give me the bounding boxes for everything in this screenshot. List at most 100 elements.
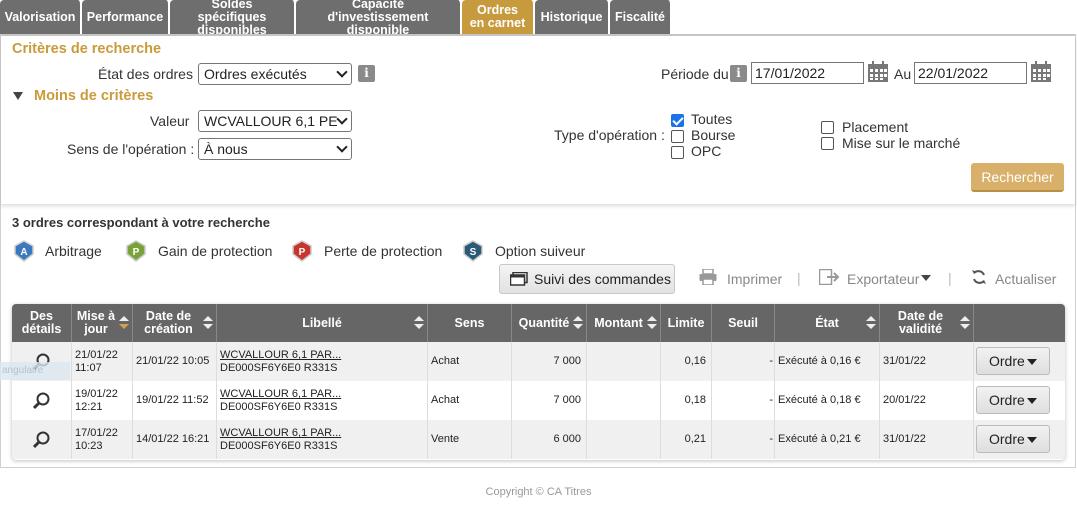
ordre-button[interactable]: Ordre — [976, 347, 1050, 375]
etat-select[interactable]: Ordres exécutés — [198, 63, 352, 85]
creation-cell: 19/01/22 11:52 — [133, 381, 217, 420]
libelle-link[interactable]: WCVALLOUR 6,1 PAR... — [220, 349, 341, 362]
refresh-icon[interactable] — [971, 269, 987, 285]
svg-text:P: P — [133, 247, 140, 258]
printer-icon[interactable] — [699, 269, 717, 285]
magnifier-icon[interactable] — [32, 431, 51, 449]
tab-historique[interactable]: Historique — [535, 0, 610, 34]
montant-cell — [587, 342, 661, 381]
checkbox-placement-label: Placement — [842, 119, 909, 135]
details-cell[interactable] — [12, 420, 72, 459]
ordre-button[interactable]: Ordre — [976, 386, 1050, 414]
search-button[interactable]: Rechercher — [971, 163, 1064, 192]
sens-select[interactable]: À nous — [198, 138, 352, 160]
col-details: Des détails — [12, 304, 72, 342]
tab-valorisation[interactable]: Valorisation — [0, 0, 82, 34]
col-etat[interactable]: État — [775, 304, 880, 342]
caret-down-icon — [1027, 398, 1037, 404]
exportateur-button[interactable]: Exportateur — [847, 271, 919, 287]
info-icon[interactable]: i — [730, 65, 747, 82]
col-etat-label: État — [815, 315, 839, 330]
col-actions — [974, 304, 1065, 342]
col-mise-a-jour[interactable]: Mise à jour — [72, 304, 133, 342]
legend-arbitrage: Arbitrage — [45, 243, 102, 259]
col-mise-a-jour-label: Mise à jour — [76, 309, 116, 336]
seuil-cell: - — [712, 420, 775, 459]
ordre-button[interactable]: Ordre — [976, 425, 1050, 453]
less-criteria-toggle[interactable]: Moins de critères — [34, 88, 153, 104]
sort-icon[interactable] — [573, 316, 583, 330]
results-count: 3 ordres correspondant à votre recherche — [12, 215, 270, 230]
seuil-cell: - — [712, 381, 775, 420]
svg-text:S: S — [470, 247, 477, 258]
sort-icon[interactable] — [647, 316, 657, 330]
maj-cell: 19/01/22 12:21 — [72, 381, 133, 420]
libelle-isin: DE000SF6Y6E0 R331S — [220, 439, 338, 452]
checkbox-mise-sur-marche[interactable] — [821, 137, 834, 150]
validite-cell: 31/01/22 — [880, 342, 974, 381]
col-date-validite[interactable]: Date de validité — [880, 304, 974, 342]
libelle-link[interactable]: WCVALLOUR 6,1 PAR... — [220, 388, 341, 401]
search-title: Critères de recherche — [12, 41, 162, 57]
tab-capacite[interactable]: Capacité d'investissement disponible — [296, 0, 462, 36]
copyright: Copyright © CA Titres — [485, 486, 592, 498]
etat-label: État des ordres — [98, 66, 193, 82]
tab-fiscalite[interactable]: Fiscalité — [610, 0, 672, 34]
date-to-input[interactable] — [914, 62, 1027, 84]
valeur-label: Valeur — [150, 113, 190, 129]
col-libelle-label: Libellé — [302, 315, 342, 330]
sort-icon[interactable] — [866, 316, 876, 330]
etat-select-value: Ordres exécutés — [204, 66, 307, 82]
collapse-triangle-icon[interactable] — [13, 92, 23, 100]
tab-performance[interactable]: Performance — [82, 0, 170, 34]
orders-panel: Critères de recherche État des ordres Or… — [0, 34, 1076, 468]
tab-ordres-en-carnet[interactable]: Ordres en carnet — [462, 0, 535, 34]
date-from-input[interactable] — [751, 62, 864, 84]
tooltip-fragment: angulaire — [0, 362, 70, 380]
col-quantite[interactable]: Quantité — [512, 304, 587, 342]
type-label: Type d'opération : — [554, 127, 665, 143]
suivi-commandes-button[interactable]: Suivi des commandes — [499, 264, 675, 294]
calendar-icon[interactable] — [867, 61, 889, 83]
checkbox-bourse[interactable] — [671, 130, 684, 143]
sens-select-value: À nous — [204, 141, 248, 157]
checkbox-toutes[interactable] — [671, 114, 684, 127]
window-icon — [510, 272, 528, 286]
sens-cell: Achat — [428, 342, 512, 381]
tab-soldes[interactable]: Soldes spécifiques disponibles — [170, 0, 296, 36]
sort-icon[interactable] — [960, 316, 970, 330]
sort-icon[interactable] — [414, 316, 424, 330]
col-date-creation[interactable]: Date de création — [133, 304, 217, 342]
imprimer-button[interactable]: Imprimer — [727, 271, 782, 287]
magnifier-icon[interactable] — [32, 392, 51, 410]
col-date-creation-label: Date de création — [144, 309, 193, 336]
montant-cell — [587, 381, 661, 420]
montant-cell — [587, 420, 661, 459]
calendar-icon[interactable] — [1030, 61, 1052, 83]
col-montant[interactable]: Montant — [587, 304, 661, 342]
col-sens: Sens — [428, 304, 512, 342]
sens-cell: Vente — [428, 420, 512, 459]
details-cell[interactable] — [12, 381, 72, 420]
sort-icon[interactable] — [119, 316, 129, 330]
libelle-link[interactable]: WCVALLOUR 6,1 PAR... — [220, 427, 341, 440]
checkbox-placement[interactable] — [821, 121, 834, 134]
checkbox-opc[interactable] — [671, 146, 684, 159]
valeur-select[interactable]: WCVALLOUR 6,1 PE — [198, 110, 352, 132]
sens-cell: Achat — [428, 381, 512, 420]
checkbox-mise-sur-marche-label: Mise sur le marché — [842, 135, 961, 151]
actualiser-button[interactable]: Actualiser — [995, 271, 1056, 287]
info-icon[interactable]: i — [358, 65, 375, 82]
caret-down-icon[interactable] — [921, 275, 931, 281]
sort-icon[interactable] — [203, 316, 213, 330]
table-row: 17/01/22 10:23 14/01/22 16:21 WCVALLOUR … — [12, 420, 1065, 459]
col-libelle[interactable]: Libellé — [217, 304, 428, 342]
checkbox-bourse-label: Bourse — [691, 127, 736, 143]
option-suiveur-icon: S — [463, 240, 483, 262]
limite-cell: 0,21 — [661, 420, 712, 459]
creation-cell: 21/01/22 10:05 — [133, 342, 217, 381]
sens-label: Sens de l'opération : — [67, 141, 195, 157]
periode-label: Période du — [661, 66, 729, 82]
arbitrage-icon: A — [14, 240, 34, 262]
export-icon[interactable] — [819, 269, 841, 285]
